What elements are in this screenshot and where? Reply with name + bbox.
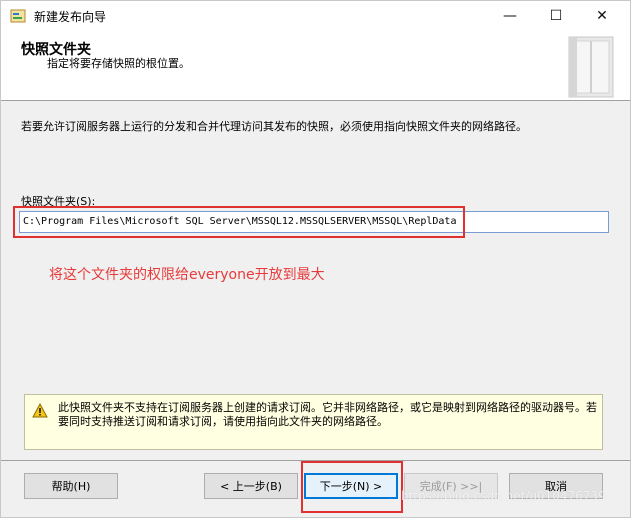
page-subtitle: 指定将要存储快照的根位置。 [47,57,190,70]
annotation-text: 将这个文件夹的权限给everyone开放到最大 [49,267,325,283]
wizard-window: 新建发布向导 — ☐ ✕ 快照文件夹 指定将要存储快照的根位置。 若要允许订阅服… [0,0,631,518]
description-text: 若要允许订阅服务器上运行的分发和合并代理访问其发布的快照，必须使用指向快照文件夹… [21,120,527,133]
cancel-button[interactable]: 取消 [509,473,603,499]
maximize-button[interactable]: ☐ [533,1,579,31]
snapshot-folder-label: 快照文件夹(S): [21,195,96,208]
finish-button[interactable]: 完成(F) >>| [404,473,498,499]
title-bar: 新建发布向导 — ☐ ✕ [1,1,630,31]
warning-text: 此快照文件夹不支持在订阅服务器上创建的请求订阅。它并非网络路径，或它是映射到网络… [58,401,597,428]
help-button[interactable]: 帮助(H) [24,473,118,499]
warning-icon [32,403,48,418]
warning-panel: 此快照文件夹不支持在订阅服务器上创建的请求订阅。它并非网络路径，或它是映射到网络… [24,394,603,450]
book-graphic-icon [568,36,614,98]
wizard-header: 快照文件夹 指定将要存储快照的根位置。 [1,31,630,101]
back-button[interactable]: < 上一步(B) [204,473,298,499]
snapshot-folder-input[interactable]: C:\Program Files\Microsoft SQL Server\MS… [19,211,609,233]
footer-divider [1,460,630,461]
app-icon [10,9,26,23]
close-button[interactable]: ✕ [579,1,625,31]
next-button[interactable]: 下一步(N) > [304,473,398,499]
minimize-button[interactable]: — [487,1,533,31]
window-title: 新建发布向导 [34,10,107,24]
